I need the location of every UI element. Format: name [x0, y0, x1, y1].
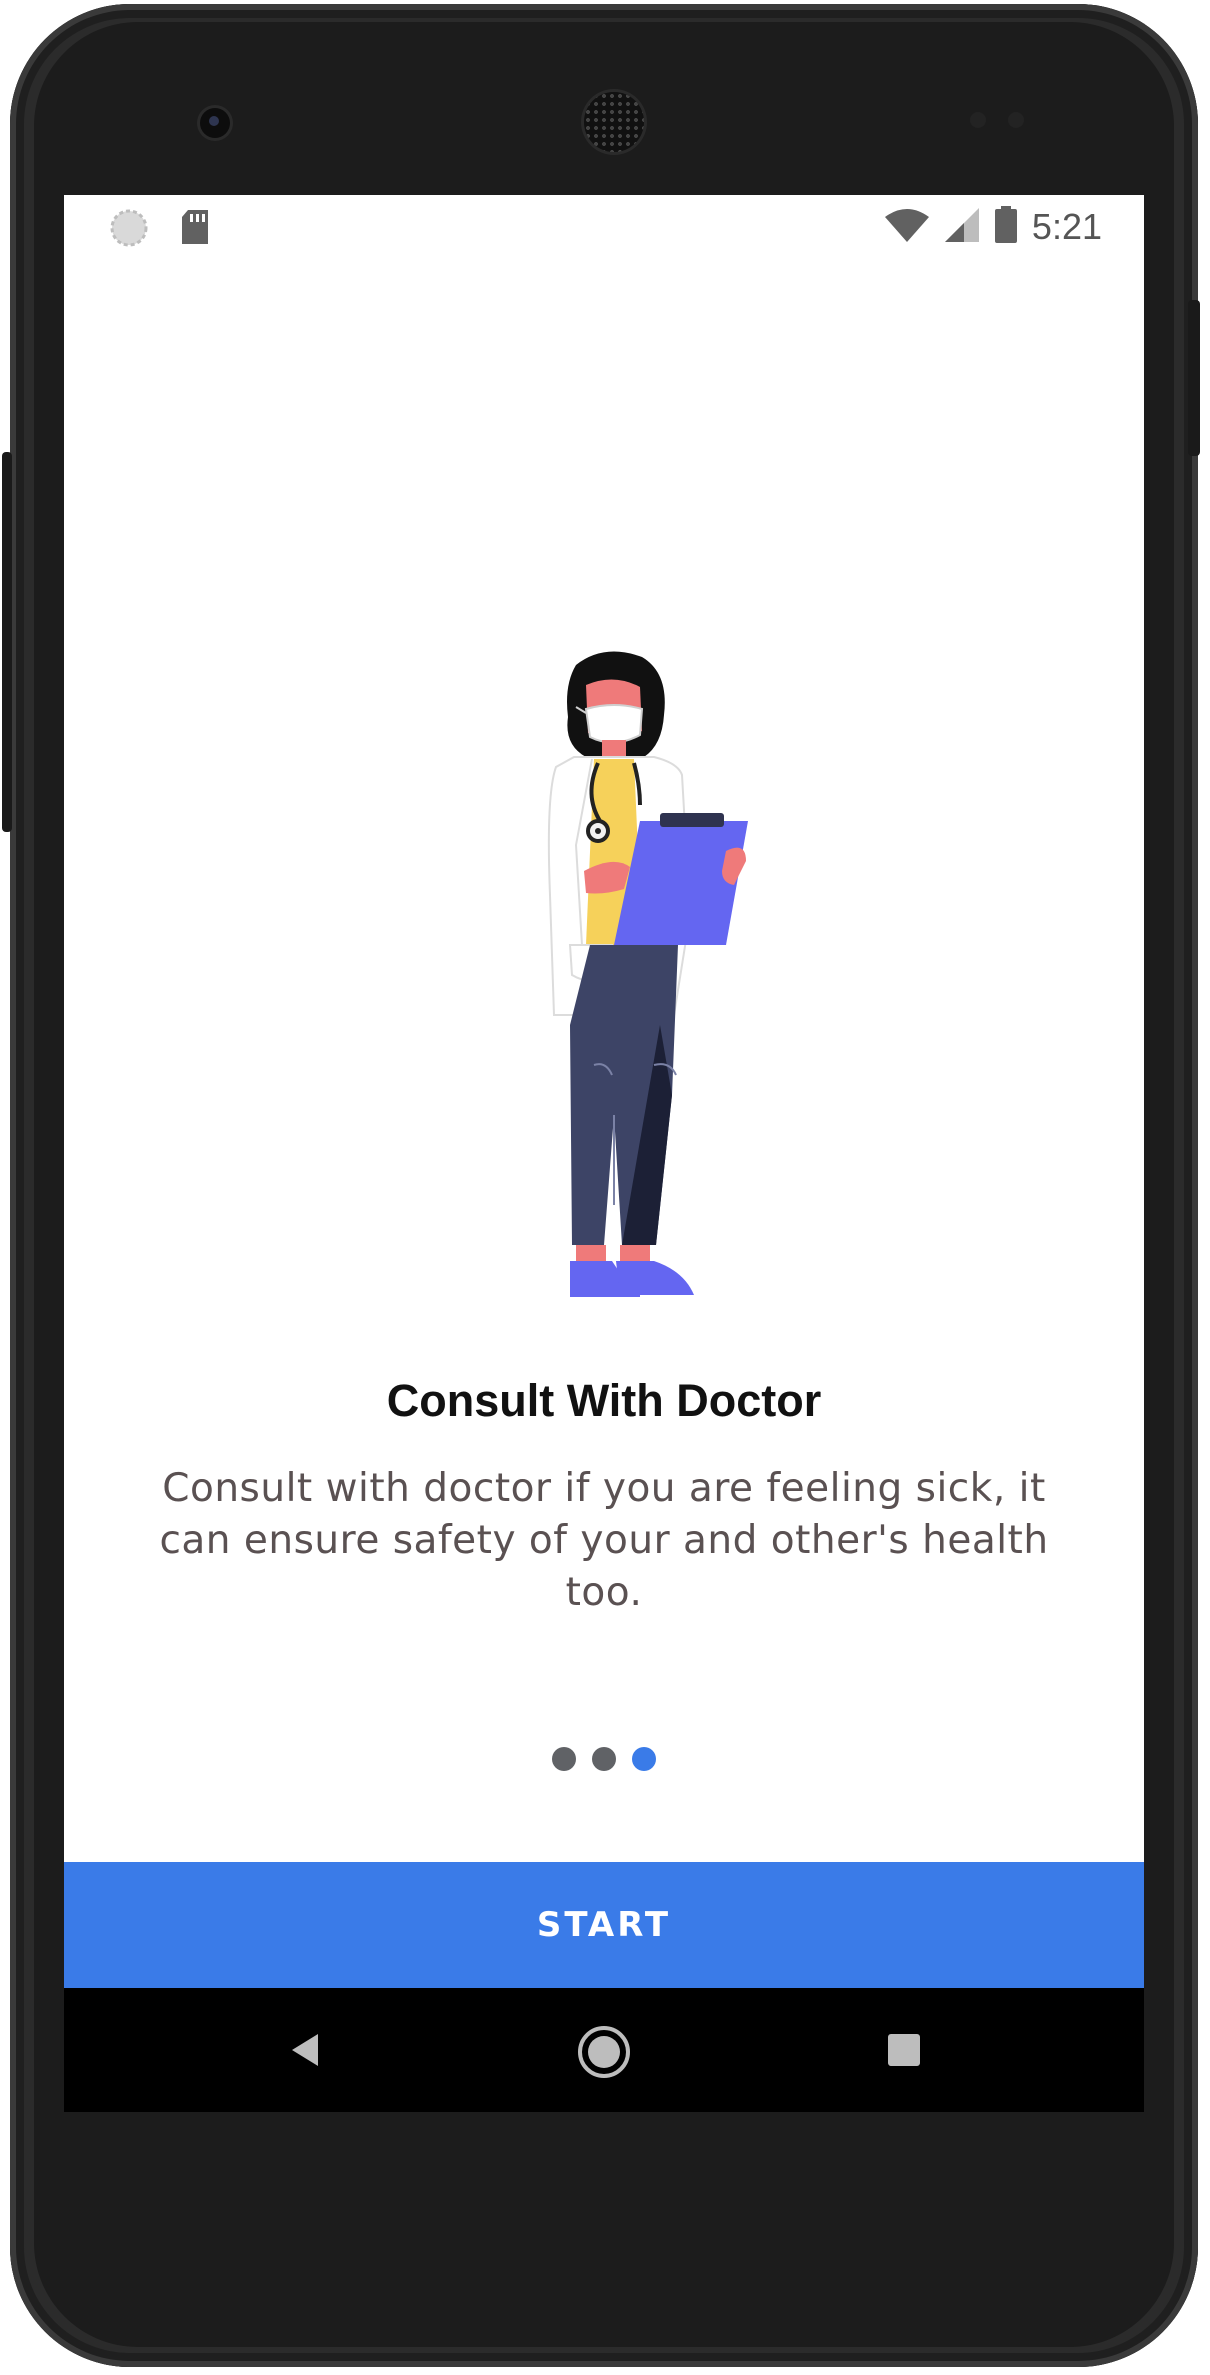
home-icon[interactable]	[576, 2024, 632, 2085]
page-dot-3-active[interactable]	[632, 1747, 656, 1771]
doctor-illustration	[547, 651, 748, 1297]
wifi-icon	[884, 207, 930, 248]
back-icon[interactable]	[284, 2028, 328, 2077]
navigation-bar	[64, 1988, 1144, 2112]
sync-icon	[110, 209, 148, 252]
recents-icon[interactable]	[884, 2030, 924, 2075]
status-bar: 5:21	[64, 195, 1144, 259]
signal-icon	[944, 207, 980, 248]
onboarding-description: Consult with doctor if you are feeling s…	[159, 1466, 1049, 1615]
power-button	[2, 452, 12, 832]
status-time: 5:21	[1031, 206, 1102, 247]
screen: 5:21 Consult With Doctor Consult with do…	[64, 195, 1144, 2112]
earpiece-speaker	[584, 92, 644, 152]
sd-card-icon	[180, 209, 210, 250]
start-button[interactable]: START	[64, 1862, 1144, 1988]
light-sensor	[1008, 112, 1024, 128]
proximity-sensor	[970, 112, 986, 128]
page-indicator	[64, 1747, 1144, 1771]
volume-button	[1188, 300, 1200, 456]
battery-icon	[994, 205, 1018, 249]
page-dot-2[interactable]	[592, 1747, 616, 1771]
onboarding-title: Consult With Doctor	[386, 1375, 822, 1426]
front-camera	[200, 108, 230, 138]
status-icons: 5:21	[884, 205, 1102, 249]
page-dot-1[interactable]	[552, 1747, 576, 1771]
